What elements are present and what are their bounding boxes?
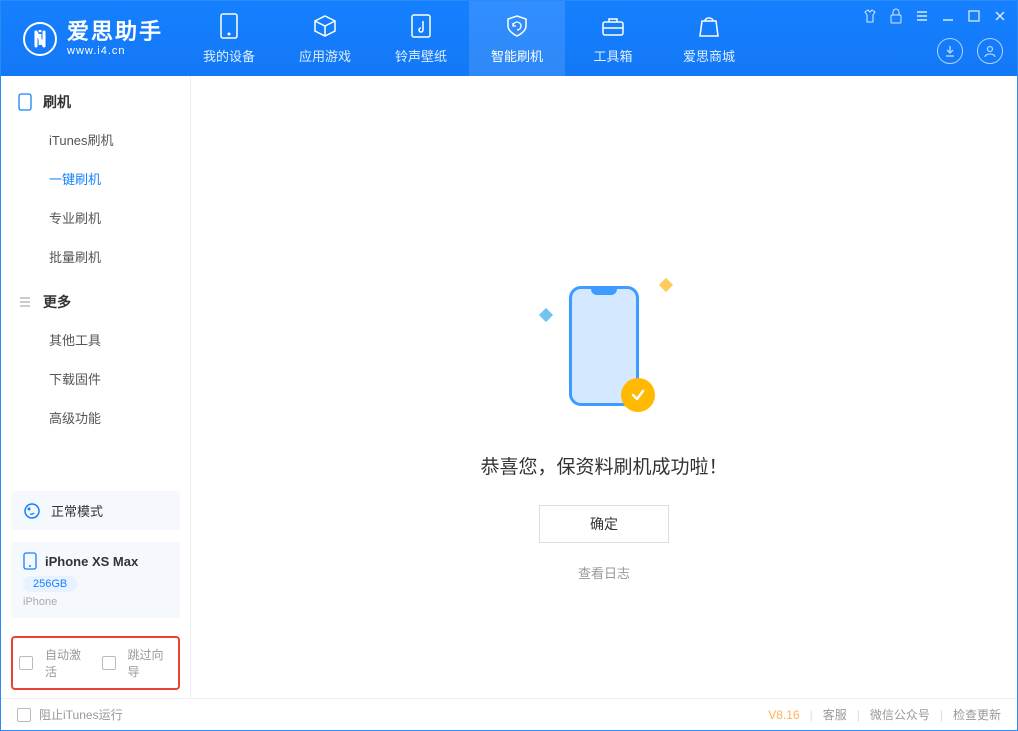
- sidebar-section-more: 更多: [1, 276, 190, 320]
- user-button[interactable]: [977, 38, 1003, 64]
- mode-label: 正常模式: [51, 501, 103, 520]
- tab-label: 应用游戏: [299, 46, 351, 65]
- device-phone-icon: [23, 552, 37, 570]
- window-controls: [861, 7, 1009, 25]
- sidebar-item-pro-flash[interactable]: 专业刷机: [1, 198, 190, 237]
- close-button[interactable]: [991, 7, 1009, 25]
- minimize-button[interactable]: [939, 7, 957, 25]
- spark-icon: [659, 278, 673, 292]
- auto-activate-checkbox[interactable]: [19, 656, 33, 670]
- app-name: 爱思助手: [67, 21, 163, 43]
- lock-icon[interactable]: [887, 7, 905, 25]
- app-url: www.i4.cn: [67, 45, 163, 57]
- phone-notch: [591, 289, 617, 295]
- bottom-options-highlighted: 自动激活 跳过向导: [11, 636, 180, 690]
- check-update-link[interactable]: 检查更新: [953, 706, 1001, 723]
- spark-icon: [539, 308, 553, 322]
- music-icon: [407, 12, 435, 40]
- body: 刷机 iTunes刷机 一键刷机 专业刷机 批量刷机 更多 其他工具 下载固件 …: [1, 76, 1017, 698]
- logo: i 爱思助手 www.i4.cn: [1, 21, 181, 57]
- success-message: 恭喜您，保资料刷机成功啦！: [480, 452, 727, 479]
- mode-card[interactable]: 正常模式: [11, 491, 180, 530]
- section-title: 刷机: [43, 92, 71, 112]
- cube-icon: [311, 12, 339, 40]
- toolbox-icon: [599, 12, 627, 40]
- tab-label: 爱思商城: [683, 46, 735, 65]
- version-label: V8.16: [768, 708, 799, 722]
- auto-activate-label: 自动激活: [45, 646, 90, 680]
- mode-icon: [23, 502, 41, 520]
- main-content: 恭喜您，保资料刷机成功啦！ 确定 查看日志: [191, 76, 1017, 698]
- tab-label: 工具箱: [594, 46, 633, 65]
- header: i 爱思助手 www.i4.cn 我的设备 应用游戏 铃声壁纸 智能刷机: [1, 1, 1017, 76]
- tab-smart-flash[interactable]: 智能刷机: [469, 1, 565, 76]
- skip-guide-label: 跳过向导: [128, 646, 173, 680]
- block-itunes-checkbox[interactable]: [17, 708, 31, 722]
- sidebar-item-one-click-flash[interactable]: 一键刷机: [1, 159, 190, 198]
- list-icon: [17, 294, 33, 310]
- sidebar-item-download-firmware[interactable]: 下载固件: [1, 359, 190, 398]
- tab-label: 我的设备: [203, 46, 255, 65]
- sidebar-item-batch-flash[interactable]: 批量刷机: [1, 237, 190, 276]
- check-badge-icon: [621, 378, 655, 412]
- tab-my-device[interactable]: 我的设备: [181, 1, 277, 76]
- tab-toolbox[interactable]: 工具箱: [565, 1, 661, 76]
- header-actions: [937, 38, 1003, 64]
- tab-apps-games[interactable]: 应用游戏: [277, 1, 373, 76]
- support-link[interactable]: 客服: [823, 706, 847, 723]
- sidebar: 刷机 iTunes刷机 一键刷机 专业刷机 批量刷机 更多 其他工具 下载固件 …: [1, 76, 191, 698]
- shirt-icon[interactable]: [861, 7, 879, 25]
- wechat-link[interactable]: 微信公众号: [870, 706, 930, 723]
- ok-button[interactable]: 确定: [539, 505, 669, 543]
- svg-text:i: i: [37, 28, 43, 50]
- sidebar-item-other-tools[interactable]: 其他工具: [1, 320, 190, 359]
- device-storage-badge: 256GB: [23, 576, 77, 592]
- tab-label: 智能刷机: [491, 46, 543, 65]
- device-type: iPhone: [23, 596, 168, 608]
- tab-ringtones-wallpapers[interactable]: 铃声壁纸: [373, 1, 469, 76]
- sidebar-section-flash: 刷机: [1, 76, 190, 120]
- success-illustration: [559, 276, 649, 416]
- nav-tabs: 我的设备 应用游戏 铃声壁纸 智能刷机 工具箱 爱思商城: [181, 1, 757, 76]
- tab-store[interactable]: 爱思商城: [661, 1, 757, 76]
- bag-icon: [695, 12, 723, 40]
- menu-icon[interactable]: [913, 7, 931, 25]
- phone-icon: [215, 12, 243, 40]
- tab-label: 铃声壁纸: [395, 46, 447, 65]
- device-card[interactable]: iPhone XS Max 256GB iPhone: [11, 542, 180, 618]
- app-window: i 爱思助手 www.i4.cn 我的设备 应用游戏 铃声壁纸 智能刷机: [0, 0, 1018, 731]
- maximize-button[interactable]: [965, 7, 983, 25]
- sidebar-item-advanced[interactable]: 高级功能: [1, 398, 190, 437]
- download-button[interactable]: [937, 38, 963, 64]
- view-log-link[interactable]: 查看日志: [578, 563, 630, 582]
- section-title: 更多: [43, 292, 71, 312]
- device-name: iPhone XS Max: [45, 554, 138, 569]
- block-itunes-label: 阻止iTunes运行: [39, 706, 123, 723]
- sidebar-item-itunes-flash[interactable]: iTunes刷机: [1, 120, 190, 159]
- shield-refresh-icon: [503, 12, 531, 40]
- footer: 阻止iTunes运行 V8.16 | 客服 | 微信公众号 | 检查更新: [1, 698, 1017, 730]
- skip-guide-checkbox[interactable]: [102, 656, 116, 670]
- app-logo-icon: i: [23, 22, 57, 56]
- device-icon: [17, 94, 33, 110]
